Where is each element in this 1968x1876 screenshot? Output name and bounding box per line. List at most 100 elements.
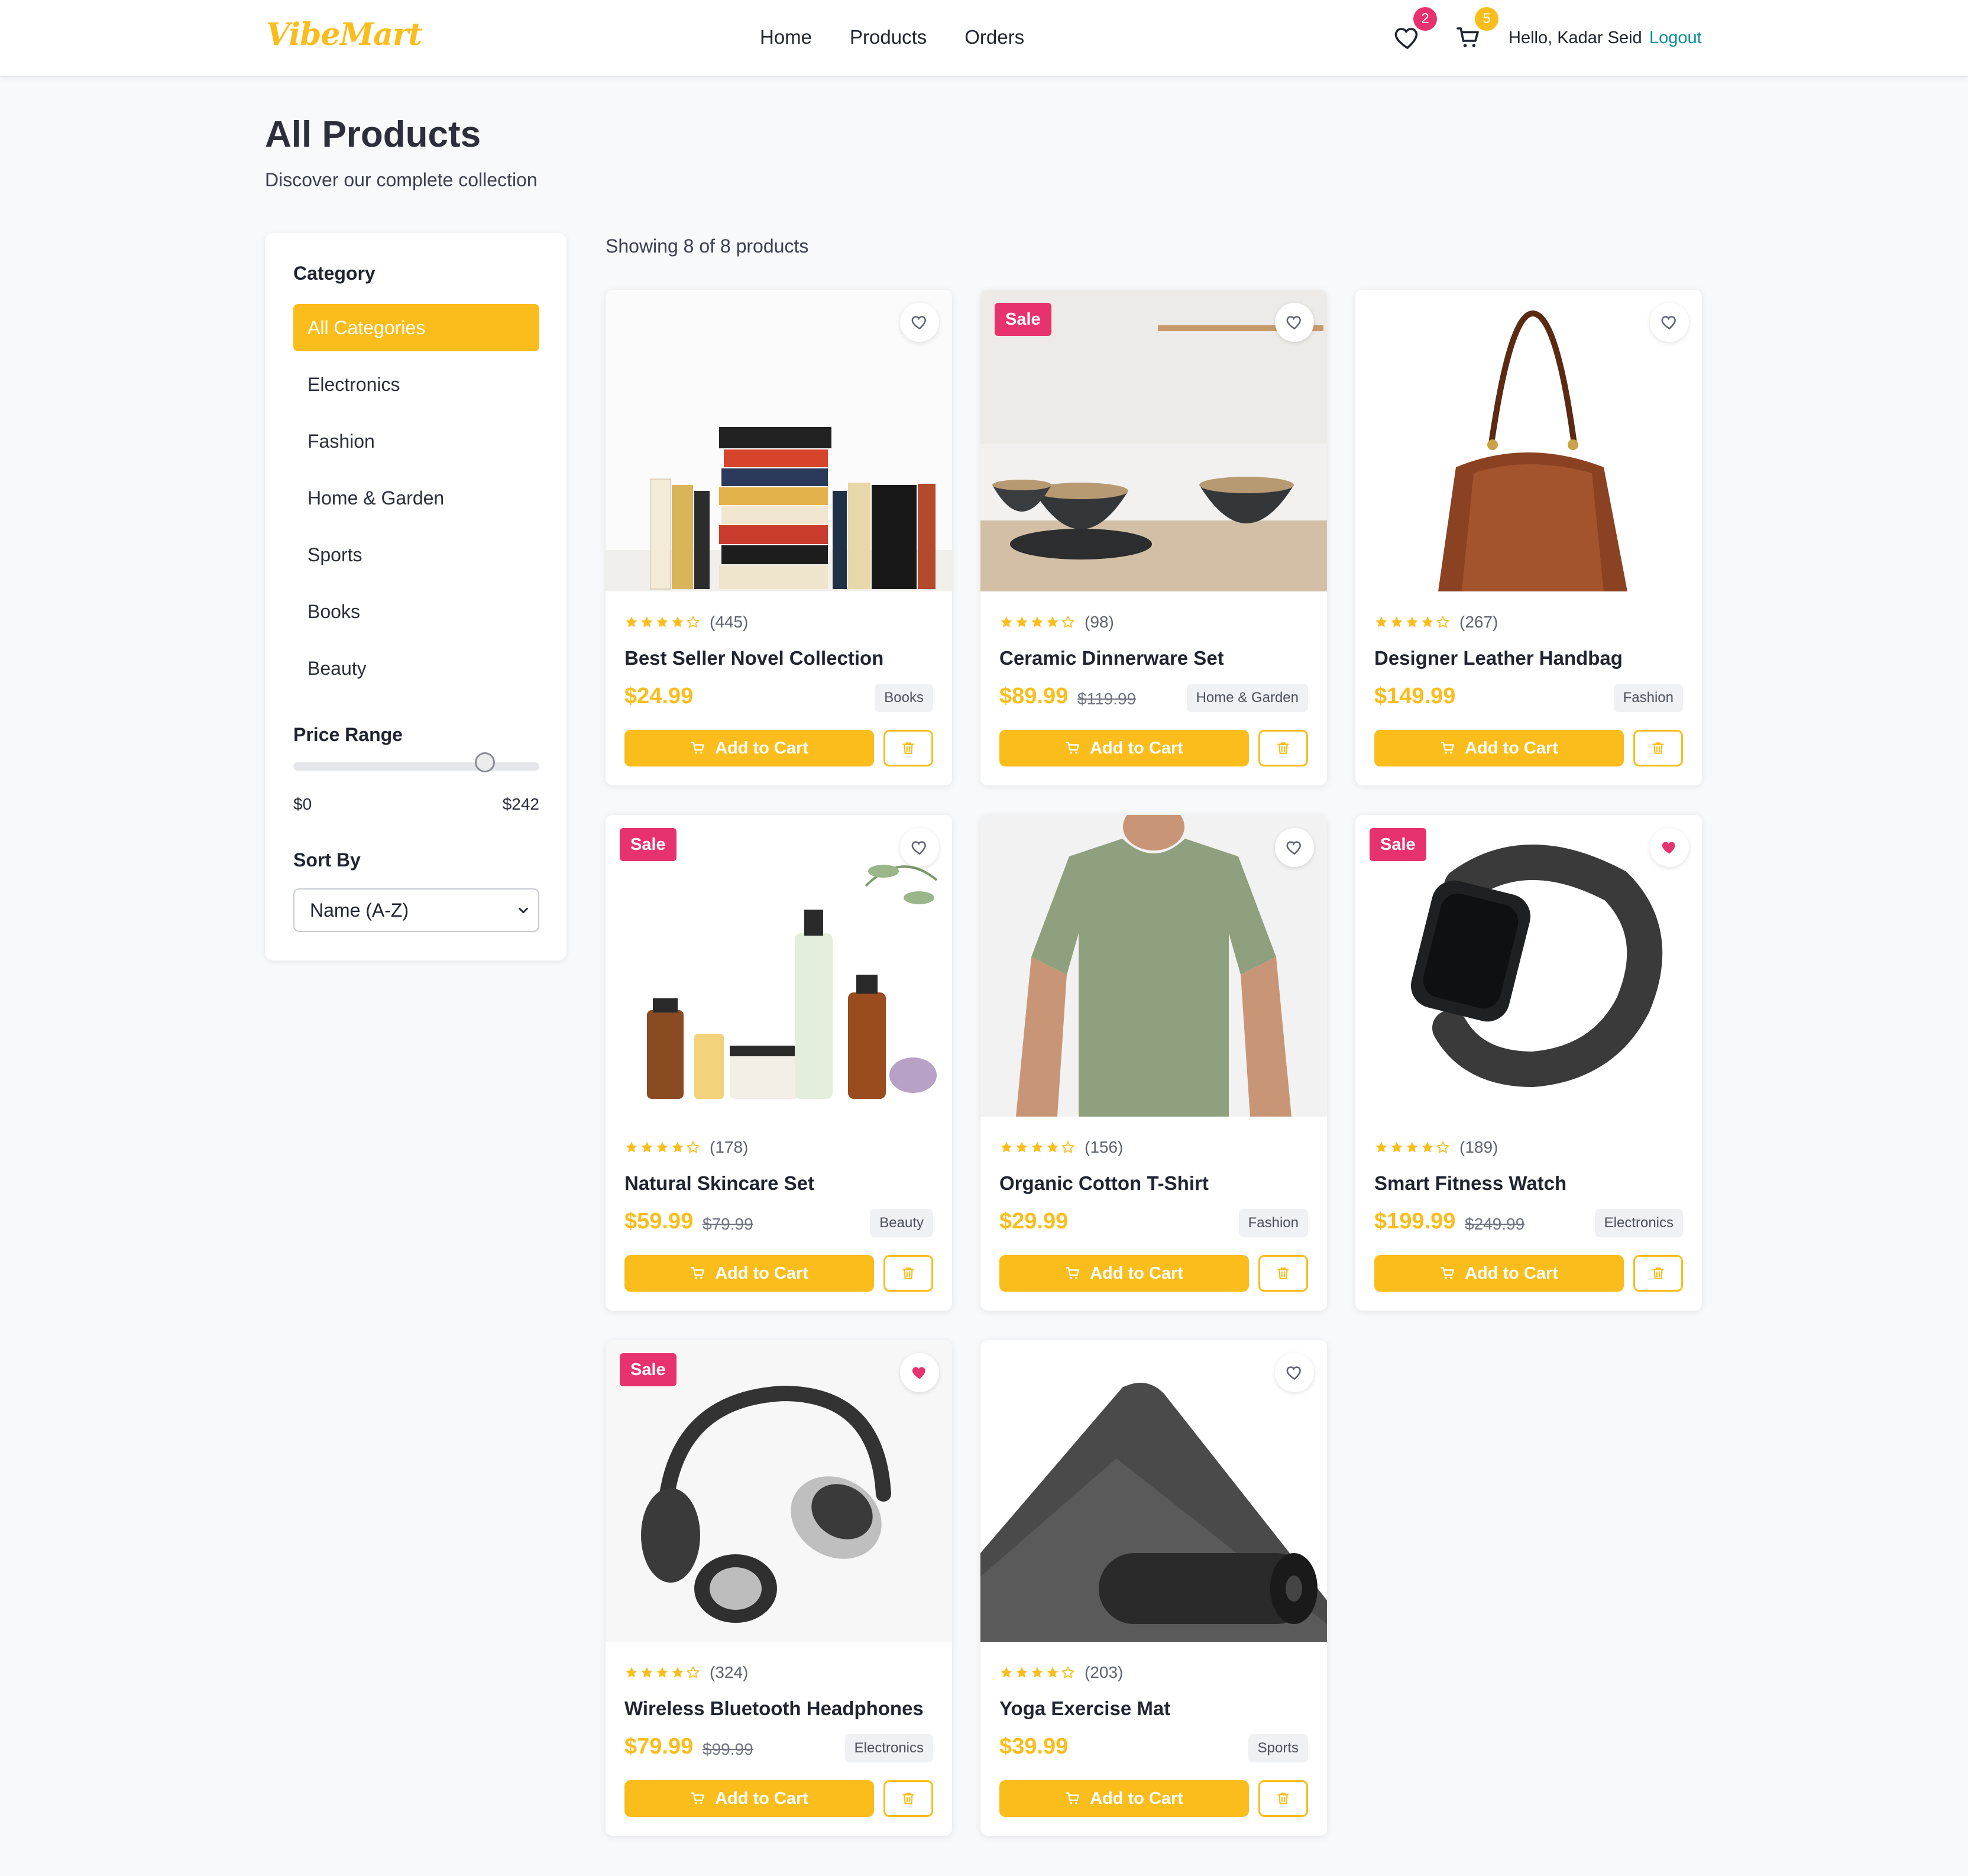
- product-name[interactable]: Smart Fitness Watch: [1374, 1172, 1566, 1195]
- product-name[interactable]: Organic Cotton T-Shirt: [999, 1172, 1209, 1195]
- tshirt-image[interactable]: [980, 815, 1327, 1117]
- remove-button[interactable]: [883, 1255, 933, 1292]
- cart-icon: [691, 1267, 704, 1279]
- favorite-button[interactable]: [1650, 303, 1689, 342]
- add-to-cart-label: Add to Cart: [715, 1788, 808, 1808]
- product-price: $24.99: [624, 684, 694, 709]
- product-name[interactable]: Natural Skincare Set: [624, 1172, 814, 1195]
- yoga-mat-image[interactable]: [980, 1340, 1327, 1642]
- product-card[interactable]: (267) Designer Leather Handbag $149.99 Fash…: [1355, 290, 1702, 785]
- star-filled-icon: [1031, 1141, 1043, 1153]
- add-to-cart-button[interactable]: Add to Cart: [1374, 730, 1624, 766]
- star-filled-icon: [626, 1667, 637, 1678]
- favorite-button[interactable]: [1650, 828, 1689, 867]
- product-card[interactable]: (203) Yoga Exercise Mat $39.99 Sports Add to…: [980, 1340, 1327, 1836]
- add-to-cart-label: Add to Cart: [1090, 1788, 1183, 1808]
- rating-stars: [999, 1140, 1075, 1154]
- category-fashion[interactable]: Fashion: [293, 418, 539, 465]
- favorite-button[interactable]: [1275, 303, 1314, 342]
- add-to-cart-button[interactable]: Add to Cart: [999, 730, 1249, 766]
- product-name[interactable]: Yoga Exercise Mat: [999, 1697, 1170, 1720]
- add-to-cart-button[interactable]: Add to Cart: [1374, 1255, 1624, 1292]
- cart-icon: [1441, 742, 1454, 754]
- favorite-button[interactable]: [900, 1353, 939, 1392]
- star-filled-icon: [1031, 616, 1043, 628]
- wishlist-count-badge: 2: [1413, 7, 1437, 31]
- heart-filled-icon: [1662, 842, 1675, 854]
- product-card[interactable]: Sale (98) Ceramic Dinnerware Set $89.99 $119…: [980, 290, 1327, 785]
- star-empty-icon: [1061, 1666, 1074, 1678]
- results-count: Showing 8 of 8 products: [606, 235, 809, 257]
- product-name[interactable]: Best Seller Novel Collection: [624, 647, 883, 669]
- favorite-button[interactable]: [900, 828, 939, 867]
- product-price: $149.99: [1374, 684, 1456, 709]
- top-navbar: VibeMart Home Products Orders 2 5 Hello,…: [0, 0, 1968, 77]
- nav-products[interactable]: Products: [850, 26, 927, 48]
- category-electronics[interactable]: Electronics: [293, 361, 539, 408]
- rating-stars: [999, 1665, 1075, 1680]
- product-price: $89.99: [999, 684, 1069, 709]
- product-price: $39.99: [999, 1734, 1069, 1759]
- remove-button[interactable]: [883, 1780, 933, 1817]
- trash-icon: [902, 1267, 914, 1279]
- product-name[interactable]: Wireless Bluetooth Headphones: [624, 1697, 924, 1720]
- heart-filled-icon: [912, 1367, 925, 1379]
- wishlist-button[interactable]: 2: [1393, 7, 1437, 52]
- nav-orders[interactable]: Orders: [964, 26, 1024, 48]
- star-filled-icon: [1031, 1667, 1043, 1678]
- heart-icon: [1286, 316, 1301, 330]
- product-category-tag: Books: [875, 684, 933, 712]
- add-to-cart-button[interactable]: Add to Cart: [624, 1255, 874, 1292]
- star-filled-icon: [626, 1141, 637, 1153]
- add-to-cart-button[interactable]: Add to Cart: [999, 1255, 1249, 1292]
- favorite-button[interactable]: [900, 303, 939, 342]
- vibemart-logo[interactable]: VibeMart: [266, 17, 422, 53]
- product-price: $59.99: [624, 1209, 694, 1234]
- cart-icon: [691, 742, 704, 754]
- add-to-cart-button[interactable]: Add to Cart: [999, 1780, 1249, 1817]
- category-home-garden[interactable]: Home & Garden: [293, 474, 539, 522]
- trash-icon: [1277, 1793, 1289, 1804]
- trash-icon: [902, 1793, 914, 1804]
- product-card[interactable]: (156) Organic Cotton T-Shirt $29.99 Fashion…: [980, 815, 1327, 1311]
- product-card[interactable]: Sale (189) Smart Fitness Watch $199.99 $249.…: [1355, 815, 1702, 1311]
- remove-button[interactable]: [1258, 1780, 1308, 1817]
- product-name[interactable]: Ceramic Dinnerware Set: [999, 647, 1224, 669]
- remove-button[interactable]: [1633, 1255, 1683, 1292]
- rating-stars: [1374, 1140, 1450, 1154]
- favorite-button[interactable]: [1275, 1353, 1314, 1392]
- product-rating: (203): [999, 1663, 1123, 1682]
- star-filled-icon: [1047, 1141, 1059, 1153]
- star-empty-icon: [687, 616, 700, 628]
- star-filled-icon: [1406, 1141, 1418, 1153]
- logout-link[interactable]: Logout: [1649, 28, 1702, 48]
- product-name[interactable]: Designer Leather Handbag: [1374, 647, 1623, 669]
- cart-button[interactable]: 5: [1455, 7, 1498, 52]
- star-filled-icon: [656, 1667, 668, 1678]
- books-image[interactable]: [606, 290, 952, 591]
- remove-button[interactable]: [1258, 730, 1308, 766]
- rating-stars: [1374, 615, 1450, 629]
- sort-select[interactable]: Name (A-Z): [293, 888, 539, 932]
- category-sports[interactable]: Sports: [293, 531, 539, 578]
- user-greeting: Hello, Kadar Seid: [1509, 28, 1642, 47]
- review-count: (203): [1085, 1663, 1124, 1681]
- product-card[interactable]: (445) Best Seller Novel Collection $24.99 B…: [606, 290, 952, 785]
- remove-button[interactable]: [883, 730, 933, 766]
- remove-button[interactable]: [1633, 730, 1683, 766]
- remove-button[interactable]: [1258, 1255, 1308, 1292]
- favorite-button[interactable]: [1275, 828, 1314, 867]
- add-to-cart-label: Add to Cart: [1090, 1263, 1183, 1283]
- category-beauty[interactable]: Beauty: [293, 645, 539, 692]
- product-rating: (156): [999, 1138, 1123, 1157]
- add-to-cart-button[interactable]: Add to Cart: [624, 1780, 874, 1817]
- handbag-image[interactable]: [1355, 290, 1702, 591]
- nav-home[interactable]: Home: [760, 26, 812, 48]
- product-card[interactable]: Sale (324) Wireless Bluetooth Headphones $7…: [606, 1340, 952, 1836]
- add-to-cart-button[interactable]: Add to Cart: [624, 730, 874, 766]
- category-all[interactable]: All Categories: [293, 304, 539, 351]
- price-range-track[interactable]: [293, 762, 539, 771]
- product-card[interactable]: Sale (178) Natural Skincare Set $59.99 $79.9…: [606, 815, 952, 1311]
- category-books[interactable]: Books: [293, 588, 539, 635]
- star-filled-icon: [1016, 1667, 1028, 1678]
